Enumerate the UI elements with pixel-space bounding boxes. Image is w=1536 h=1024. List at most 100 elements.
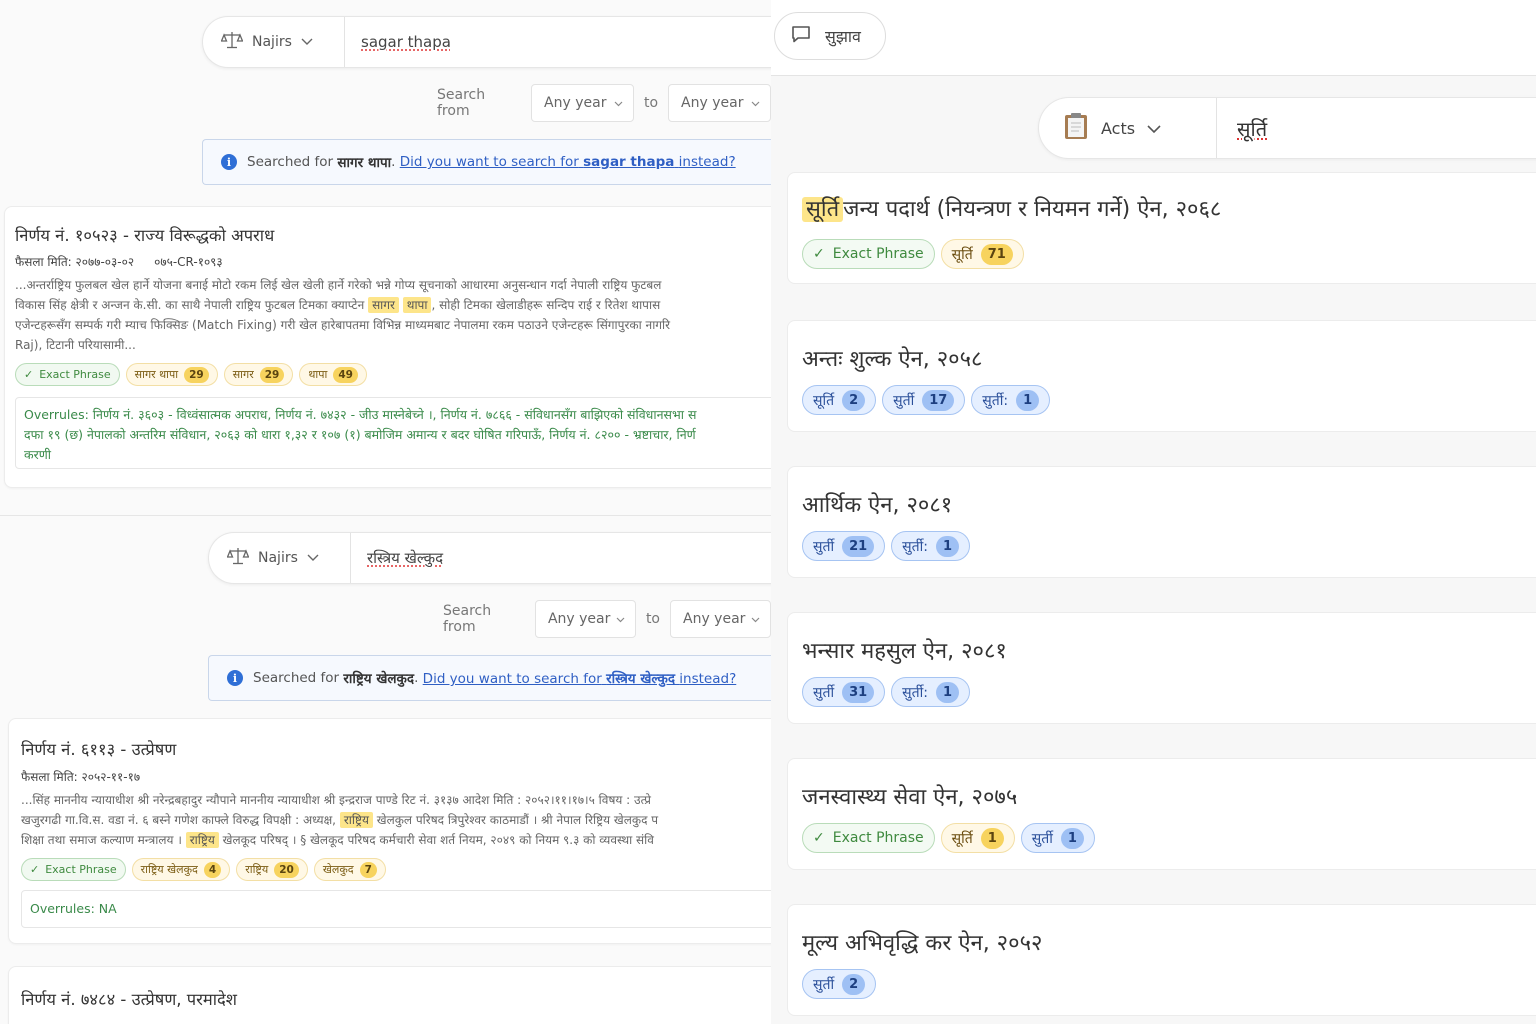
term-chip: सुर्ती 21 xyxy=(802,531,886,561)
result-title[interactable]: निर्णय नं. ६११३ - उत्प्रेषण xyxy=(21,737,176,760)
search-input[interactable]: sagar thapa xyxy=(345,33,451,51)
notice-term: सागर थापा xyxy=(337,155,392,171)
term-chip: सूर्ति 71 xyxy=(940,239,1024,269)
year-to-select[interactable]: Any year xyxy=(668,84,771,122)
term-chip: सागर 29 xyxy=(223,363,294,386)
result-snippet: ...अन्तर्राष्ट्रिय फुलबल खेल हार्ने योजन… xyxy=(15,278,671,352)
act-title[interactable]: जनस्वास्थ्य सेवा ऐन, २०७५ xyxy=(802,781,1017,811)
act-result-card[interactable]: आर्थिक ऐन, २०८१ सुर्ती 21 सुर्ती: 1 xyxy=(787,466,1536,578)
term-chip: सुर्ती 17 xyxy=(882,385,966,415)
result-card[interactable]: निर्णय नं. १०५२३ - राज्य विरूद्धको अपराध… xyxy=(4,206,771,488)
info-icon: i xyxy=(221,154,237,170)
feedback-label: सुझाव xyxy=(825,27,861,46)
term-chip: सुर्ती 2 xyxy=(802,969,877,999)
result-card[interactable]: निर्णय नं. ७४८४ - उत्प्रेषण, परमादेश xyxy=(8,966,771,1024)
notice-prefix: Searched for xyxy=(253,670,340,686)
year-from-value: Any year xyxy=(547,611,611,627)
najirs-search-bar: Najirs रस्त्रिय खेल्कुद xyxy=(208,532,771,584)
check-icon: ✓ xyxy=(813,830,825,846)
check-icon: ✓ xyxy=(813,246,825,262)
najirs-search-bar: Najirs sagar thapa xyxy=(202,16,771,68)
result-date: फैसला मिति: २०७७-०३-०२ ०७५-CR-१०९३ xyxy=(15,255,223,269)
feedback-button[interactable]: सुझाव xyxy=(774,12,886,60)
search-input[interactable]: सूर्ति xyxy=(1217,115,1267,142)
year-to-value: Any year xyxy=(683,611,746,627)
chevron-down-icon xyxy=(307,550,319,566)
left-panel: Najirs sagar thapa Search from Any year … xyxy=(0,0,771,1024)
year-from-select[interactable]: Any year xyxy=(534,600,636,638)
match-chips: सुर्ती 2 xyxy=(802,969,877,999)
chat-bubble-icon xyxy=(791,25,811,47)
chevron-down-icon xyxy=(751,95,760,111)
act-result-card[interactable]: सूर्ति जन्य पदार्थ (नियन्त्रण र नियमन गर्… xyxy=(787,172,1536,284)
match-chips: ✓ Exact Phrase सूर्ति 71 xyxy=(802,239,1024,269)
term-chip: राष्ट्रिय 20 xyxy=(236,858,308,881)
overrules-box: Overrules: NA xyxy=(21,890,771,928)
result-date: फैसला मिति: २०५२-११-१७ xyxy=(21,770,141,784)
act-result-card[interactable]: मूल्य अभिवृद्धि कर ऐन, २०५२ सुर्ती 2 xyxy=(787,904,1536,1016)
act-title[interactable]: सूर्ति जन्य पदार्थ (नियन्त्रण र नियमन गर्… xyxy=(802,193,1221,223)
top-bar: सुझाव xyxy=(771,0,1536,76)
search-input[interactable]: रस्त्रिय खेल्कुद xyxy=(351,548,443,568)
year-to-label: to xyxy=(643,95,659,111)
match-chips: ✓ Exact Phrase सागर थापा 29 सागर 29 थापा 49 xyxy=(15,363,367,386)
chevron-down-icon xyxy=(301,34,313,50)
match-chips: सुर्ती 31 सुर्ती: 1 xyxy=(802,677,971,707)
acts-search-bar: Acts सूर्ति xyxy=(1038,97,1536,159)
result-title[interactable]: निर्णय नं. ७४८४ - उत्प्रेषण, परमादेश xyxy=(21,987,237,1010)
term-chip: राष्ट्रिय खेलकुद 4 xyxy=(131,858,231,881)
search-type-label: Najirs xyxy=(252,34,292,50)
notice-prefix: Searched for xyxy=(247,154,334,170)
result-title[interactable]: निर्णय नं. १०५२३ - राज्य विरूद्धको अपराध xyxy=(15,223,274,246)
act-result-card[interactable]: अन्तः शुल्क ऐन, २०५८ सूर्ति 2 सुर्ती 17 सु… xyxy=(787,320,1536,432)
check-icon: ✓ xyxy=(30,863,40,876)
act-title[interactable]: मूल्य अभिवृद्धि कर ऐन, २०५२ xyxy=(802,927,1042,957)
check-icon: ✓ xyxy=(24,368,34,381)
term-chip: सुर्ती: 1 xyxy=(891,531,971,561)
search-suggestion-notice: i Searched for राष्ट्रिय खेलकुद. Did you… xyxy=(208,655,771,701)
year-to-label: to xyxy=(645,611,660,627)
act-title[interactable]: भन्सार महसुल ऐन, २०८१ xyxy=(802,635,1007,665)
year-filter-row: Search from Any year to Any year xyxy=(443,600,771,638)
exact-phrase-chip: ✓ Exact Phrase xyxy=(802,239,935,269)
chevron-down-icon xyxy=(616,611,625,627)
match-chips: ✓ Exact Phrase राष्ट्रिय खेलकुद 4 राष्ट्रि… xyxy=(21,858,386,881)
info-icon: i xyxy=(227,670,243,686)
did-you-mean-link[interactable]: Did you want to search for रस्त्रिय खेल्… xyxy=(423,669,737,687)
match-chips: सूर्ति 2 सुर्ती 17 सुर्ती: 1 xyxy=(802,385,1051,415)
year-to-select[interactable]: Any year xyxy=(670,600,771,638)
term-chip: थापा 49 xyxy=(299,363,367,386)
chevron-down-icon xyxy=(751,611,760,627)
year-from-select[interactable]: Any year xyxy=(531,84,634,122)
act-title[interactable]: अन्तः शुल्क ऐन, २०५८ xyxy=(802,343,982,373)
notice-term: राष्ट्रिय खेलकुद xyxy=(343,671,415,687)
term-chip: सुर्ती 31 xyxy=(802,677,886,707)
term-chip: खेलकुद 7 xyxy=(313,858,386,881)
result-snippet: ...सिंह माननीय न्यायाधीश श्री नरेन्द्रबह… xyxy=(21,793,659,848)
clipboard-icon xyxy=(1063,112,1089,144)
term-chip: सूर्ति 1 xyxy=(940,823,1015,853)
chevron-down-icon xyxy=(1147,119,1161,138)
chevron-down-icon xyxy=(614,95,623,111)
year-from-label: Search from xyxy=(437,87,486,119)
did-you-mean-link[interactable]: Did you want to search for sagar thapa i… xyxy=(400,154,736,170)
term-chip: सुर्ती: 1 xyxy=(891,677,971,707)
year-filter-row: Search from Any year to Any year xyxy=(437,84,771,122)
act-result-card[interactable]: भन्सार महसुल ऐन, २०८१ सुर्ती 31 सुर्ती: 1 xyxy=(787,612,1536,724)
search-type-dropdown[interactable]: Najirs xyxy=(209,533,351,583)
term-chip: सुर्ती: 1 xyxy=(971,385,1051,415)
year-to-value: Any year xyxy=(681,95,744,111)
search-type-dropdown[interactable]: Najirs xyxy=(203,17,345,67)
act-title[interactable]: आर्थिक ऐन, २०८१ xyxy=(802,489,952,519)
search-suggestion-notice: i Searched for सागर थापा. Did you want t… xyxy=(202,139,771,185)
screenshot-root: Najirs sagar thapa Search from Any year … xyxy=(0,0,1536,1024)
match-chips: सुर्ती 21 सुर्ती: 1 xyxy=(802,531,971,561)
result-card[interactable]: निर्णय नं. ६११३ - उत्प्रेषण फैसला मिति: … xyxy=(8,718,771,944)
exact-phrase-chip: ✓ Exact Phrase xyxy=(21,858,126,881)
search-type-label: Najirs xyxy=(258,550,298,566)
divider xyxy=(0,515,771,516)
year-from-label: Search from xyxy=(443,603,492,635)
term-chip: सागर थापा 29 xyxy=(125,363,218,386)
act-result-card[interactable]: जनस्वास्थ्य सेवा ऐन, २०७५ ✓ Exact Phrase … xyxy=(787,758,1536,870)
search-type-dropdown[interactable]: Acts xyxy=(1039,98,1217,158)
